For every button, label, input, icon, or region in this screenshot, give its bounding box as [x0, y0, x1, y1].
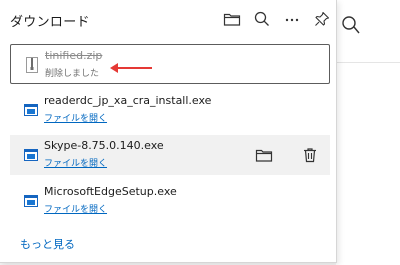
exe-file-icon — [24, 149, 38, 161]
download-item-readerdc[interactable]: readerdc_jp_xa_cra_install.exe ファイルを開く — [10, 90, 330, 130]
see-more-link[interactable]: もっと見る — [20, 236, 75, 252]
exe-file-icon — [24, 104, 38, 116]
pin-button[interactable] — [311, 8, 333, 30]
open-folder-button[interactable] — [221, 8, 243, 30]
profile-icon[interactable] — [340, 14, 362, 36]
download-item-edgesetup[interactable]: MicrosoftEdgeSetup.exe ファイルを開く — [10, 181, 330, 221]
exe-file-icon — [24, 195, 38, 207]
zip-file-icon — [26, 57, 38, 73]
open-file-link[interactable]: ファイルを開く — [44, 111, 107, 124]
search-icon — [254, 11, 269, 26]
more-icon — [285, 18, 299, 22]
delete-button[interactable] — [299, 144, 321, 166]
search-button[interactable] — [251, 8, 273, 30]
browser-background — [336, 0, 400, 265]
download-item-tinified[interactable]: tinified.zip 削除しました — [10, 44, 330, 84]
show-in-folder-button[interactable] — [253, 144, 275, 166]
toolbar-divider — [336, 62, 400, 63]
panel-title: ダウンロード — [10, 15, 90, 30]
downloads-header: ダウンロード — [0, 0, 336, 38]
pin-icon — [315, 11, 330, 26]
annotation-arrow-icon — [110, 63, 152, 73]
file-status: 削除しました — [45, 69, 100, 79]
delete-icon — [304, 148, 316, 163]
file-name: MicrosoftEdgeSetup.exe — [44, 185, 177, 198]
file-name: tinified.zip — [45, 49, 103, 62]
download-item-skype[interactable]: Skype-8.75.0.140.exe ファイルを開く — [10, 135, 330, 175]
downloads-panel: ダウンロード tinified.zip 削除しました readerdc_jp_x… — [0, 0, 337, 263]
folder-icon — [223, 13, 241, 26]
folder-icon — [255, 149, 273, 162]
file-name: readerdc_jp_xa_cra_install.exe — [44, 94, 212, 107]
open-file-link[interactable]: ファイルを開く — [44, 202, 107, 215]
more-options-button[interactable] — [281, 8, 303, 30]
file-name: Skype-8.75.0.140.exe — [44, 139, 164, 152]
open-file-link[interactable]: ファイルを開く — [44, 156, 107, 169]
